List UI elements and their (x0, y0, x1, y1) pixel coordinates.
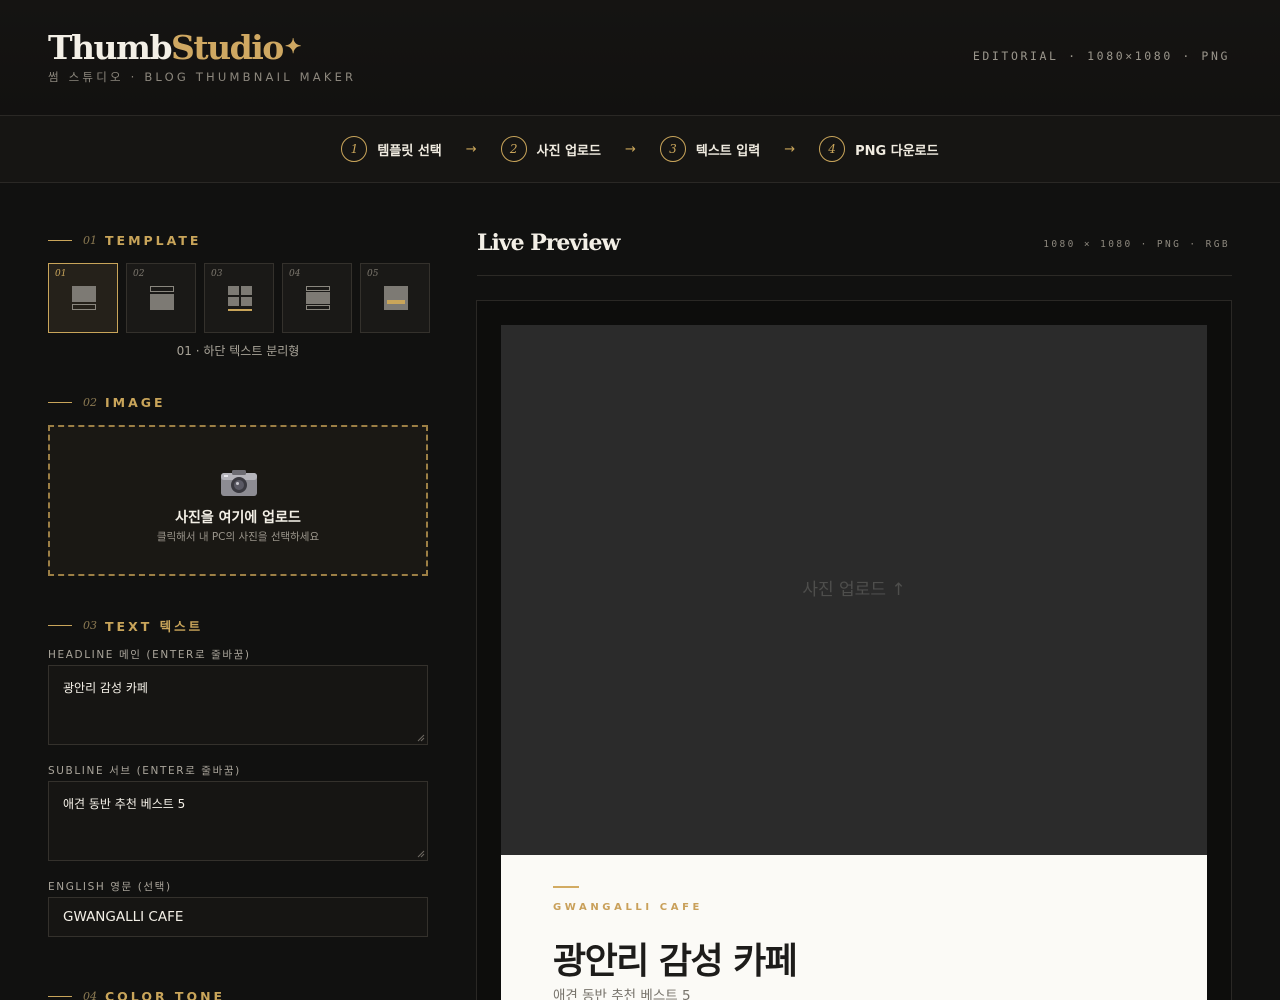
tagline: 썸 스튜디오 · BLOG THUMBNAIL MAKER (48, 70, 357, 84)
step-number: 2 (500, 136, 527, 162)
step-label: PNG 다운로드 (855, 143, 939, 159)
arrow-right-icon: → (784, 141, 796, 157)
section-number: 04 (83, 990, 97, 1000)
template-option-01[interactable]: 01 (48, 263, 118, 333)
step-number: 1 (341, 136, 368, 162)
preview-english: GWANGALLI CAFE (553, 902, 703, 913)
subline-textarea[interactable]: 애견 동반 추천 베스트 5 (48, 781, 428, 861)
template-caption: 01 · 하단 텍스트 분리형 (176, 344, 300, 358)
template-grid-icon (228, 286, 252, 311)
section-template-header: 01 TEMPLATE (48, 233, 201, 248)
section-title: TEXT 텍스트 (105, 619, 204, 634)
app-header: ThumbStudio ✦ 썸 스튜디오 · BLOG THUMBNAIL MAK… (0, 0, 1280, 116)
template-picker: 01 02 03 04 05 (48, 263, 430, 333)
template-option-02[interactable]: 02 (126, 263, 196, 333)
step-label: 사진 업로드 (536, 143, 601, 159)
english-input[interactable]: GWANGALLI CAFE (48, 897, 428, 937)
image-upload-dropzone[interactable]: 사진을 여기에 업로드 클릭해서 내 PC의 사진을 선택하세요 (48, 425, 428, 576)
resize-grip-icon[interactable] (417, 734, 425, 742)
english-value: GWANGALLI CAFE (63, 909, 184, 925)
preview-text-block: GWANGALLI CAFE 광안리 감성 카페 애견 동반 추천 베스트 5 (501, 855, 1207, 1000)
sparkle-icon: ✦ (284, 34, 302, 58)
subline-value: 애견 동반 추천 베스트 5 (63, 797, 186, 811)
step-3: 3 텍스트 입력 (659, 136, 761, 162)
section-rule (48, 996, 72, 997)
header-spec: EDITORIAL · 1080×1080 · PNG (972, 49, 1230, 63)
section-title: COLOR TONE (105, 989, 226, 1000)
template-overlay-icon (384, 286, 408, 310)
headline-label: HEADLINE 메인 (ENTER로 줄바꿈) (48, 649, 251, 661)
template-number: 01 (55, 269, 67, 279)
preview-spec: 1080 × 1080 · PNG · RGB (1043, 239, 1230, 250)
template-framed-icon (306, 286, 330, 310)
upload-subtitle: 클릭해서 내 PC의 사진을 선택하세요 (156, 531, 320, 543)
template-bottom-text-icon (72, 286, 96, 310)
photo-placeholder: 사진 업로드 ↑ (802, 580, 906, 600)
arrow-right-icon: → (465, 141, 477, 157)
template-option-03[interactable]: 03 (204, 263, 274, 333)
english-label: ENGLISH 영문 (선택) (48, 881, 172, 893)
template-number: 02 (133, 269, 145, 279)
section-image-header: 02 IMAGE (48, 395, 166, 410)
template-option-04[interactable]: 04 (282, 263, 352, 333)
preview-photo-area[interactable]: 사진 업로드 ↑ (501, 325, 1207, 855)
section-rule (48, 240, 72, 241)
section-color-header: 04 COLOR TONE (48, 989, 225, 1000)
logo-main: Thumb (48, 28, 173, 67)
accent-rule (553, 886, 579, 888)
headline-textarea[interactable]: 광안리 감성 카페 (48, 665, 428, 745)
template-number: 04 (289, 269, 301, 279)
step-number: 3 (659, 136, 686, 162)
headline-value: 광안리 감성 카페 (63, 681, 148, 695)
section-number: 03 (83, 619, 97, 632)
section-title: TEMPLATE (105, 233, 202, 248)
camera-icon (221, 470, 257, 496)
divider (477, 275, 1232, 276)
template-number: 03 (211, 269, 223, 279)
preview-headline: 광안리 감성 카페 (553, 941, 798, 982)
step-1: 1 템플릿 선택 (341, 136, 442, 162)
template-number: 05 (367, 269, 379, 279)
step-bar: 1 템플릿 선택 → 2 사진 업로드 → 3 텍스트 입력 → 4 PNG 다… (0, 116, 1280, 183)
preview-subline: 애견 동반 추천 베스트 5 (553, 988, 691, 1000)
template-option-05[interactable]: 05 (360, 263, 430, 333)
step-2: 2 사진 업로드 (500, 136, 601, 162)
section-rule (48, 402, 72, 403)
section-text-header: 03 TEXT 텍스트 (48, 616, 203, 635)
logo-accent: Studio (171, 28, 284, 67)
logo: ThumbStudio ✦ (48, 28, 302, 72)
step-label: 템플릿 선택 (377, 143, 442, 159)
upload-title: 사진을 여기에 업로드 (175, 510, 301, 526)
step-number: 4 (819, 136, 846, 162)
step-label: 텍스트 입력 (695, 143, 761, 159)
step-4: 4 PNG 다운로드 (819, 136, 939, 162)
preview-title: Live Preview (477, 230, 620, 256)
section-number: 02 (83, 396, 97, 409)
section-rule (48, 625, 72, 626)
section-title: IMAGE (105, 395, 166, 410)
section-number: 01 (83, 234, 97, 247)
arrow-right-icon: → (624, 141, 636, 157)
template-top-text-icon (150, 286, 174, 310)
preview-canvas: 사진 업로드 ↑ GWANGALLI CAFE 광안리 감성 카페 애견 동반 … (501, 325, 1207, 1000)
subline-label: SUBLINE 서브 (ENTER로 줄바꿈) (48, 765, 241, 777)
resize-grip-icon[interactable] (417, 850, 425, 858)
